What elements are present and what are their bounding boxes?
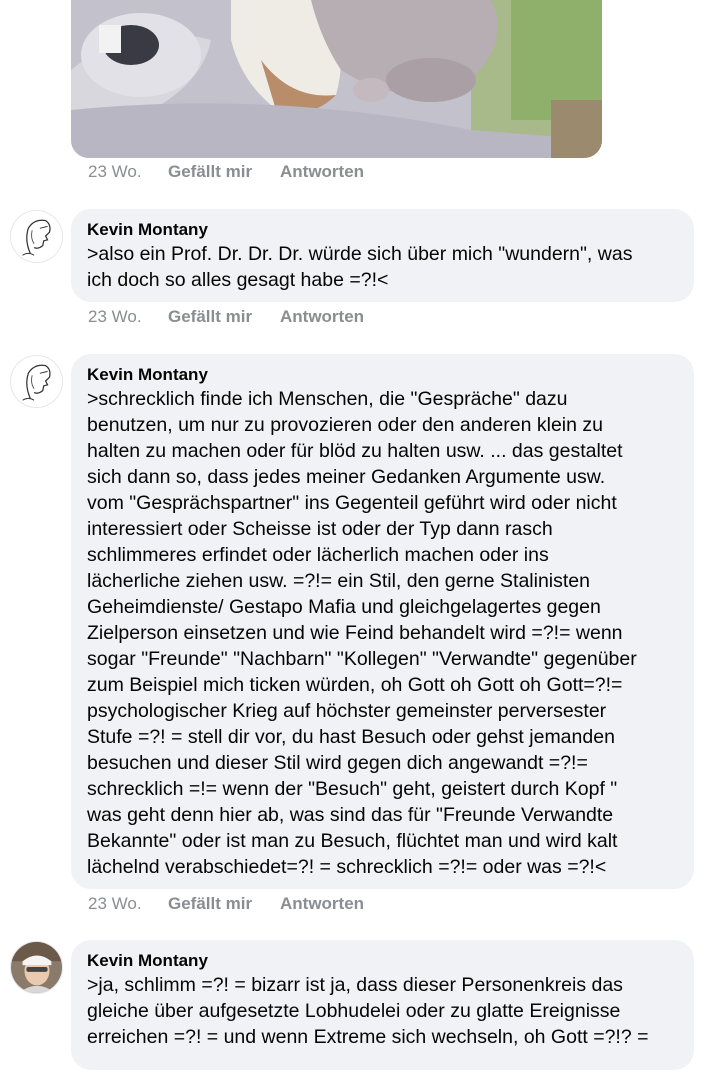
comment-author[interactable]: Kevin Montany xyxy=(87,364,678,386)
comment-actions: 23 Wo. Gefällt mir Antworten xyxy=(88,304,364,330)
like-button[interactable]: Gefällt mir xyxy=(168,162,280,182)
sketched-face-avatar-icon xyxy=(11,356,62,407)
comment-timestamp[interactable]: 23 Wo. xyxy=(88,307,168,327)
reply-button[interactable]: Antworten xyxy=(280,894,364,914)
comment-timestamp[interactable]: 23 Wo. xyxy=(88,162,168,182)
comment-bubble: Kevin Montany >also ein Prof. Dr. Dr. Dr… xyxy=(71,209,694,302)
reply-button[interactable]: Antworten xyxy=(280,307,364,327)
photo-comment-actions: 23 Wo. Gefällt mir Antworten xyxy=(88,159,364,185)
comment-text: >schrecklich finde ich Menschen, die "Ge… xyxy=(87,388,637,878)
attached-photo[interactable] xyxy=(71,0,602,158)
sketched-face-avatar-icon xyxy=(11,211,62,262)
like-button[interactable]: Gefällt mir xyxy=(168,894,280,914)
comment-actions: 23 Wo. Gefällt mir Antworten xyxy=(88,891,364,917)
comment-author[interactable]: Kevin Montany xyxy=(87,950,678,972)
like-button[interactable]: Gefällt mir xyxy=(168,307,280,327)
avatar[interactable] xyxy=(10,941,63,994)
comment-text: >ja, schlimm =?! = bizarr ist ja, dass d… xyxy=(87,974,649,1048)
comment-bubble: Kevin Montany >schrecklich finde ich Men… xyxy=(71,354,694,889)
avatar[interactable] xyxy=(10,355,63,408)
comment-author[interactable]: Kevin Montany xyxy=(87,219,678,241)
comment-timestamp[interactable]: 23 Wo. xyxy=(88,894,168,914)
cat-photo-image xyxy=(71,0,602,158)
comment-text: >also ein Prof. Dr. Dr. Dr. würde sich ü… xyxy=(87,243,633,291)
reply-button[interactable]: Antworten xyxy=(280,162,364,182)
avatar[interactable] xyxy=(10,210,63,263)
profile-photo-avatar-icon xyxy=(11,942,62,993)
